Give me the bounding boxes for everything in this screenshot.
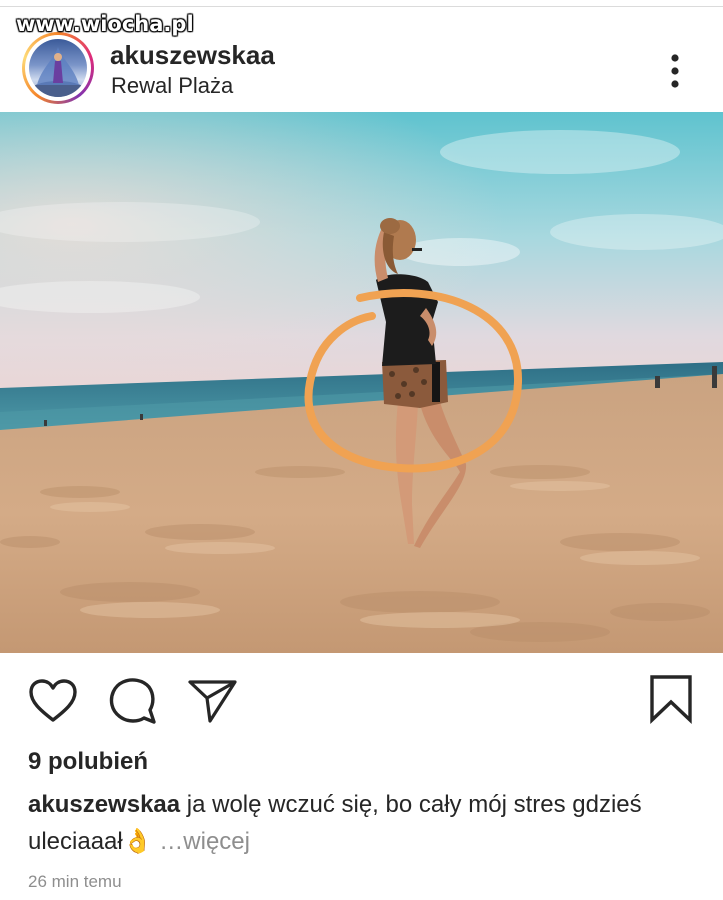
post-timestamp: 26 min temu <box>28 872 122 891</box>
watermark: www.wiocha.pl <box>16 12 194 36</box>
more-link[interactable]: …więcej <box>153 828 250 855</box>
ok-hand-emoji: 👌 <box>122 828 153 855</box>
likes-count[interactable]: 9 polubień <box>28 748 148 776</box>
heart-icon[interactable] <box>28 678 78 724</box>
comment-icon[interactable] <box>108 676 158 726</box>
more-vertical-icon[interactable] <box>664 52 686 90</box>
post-location[interactable]: Rewal Plaża <box>111 73 233 99</box>
post-caption: akuszewskaa ja wolę wczuć się, bo cały m… <box>28 786 688 860</box>
top-divider <box>0 6 723 7</box>
post-photo[interactable] <box>0 112 723 653</box>
avatar-image <box>29 39 87 97</box>
post-username[interactable]: akuszewskaa <box>110 40 275 71</box>
avatar[interactable] <box>22 32 94 104</box>
caption-username[interactable]: akuszewskaa <box>28 791 180 818</box>
bookmark-icon[interactable] <box>648 674 694 724</box>
send-icon[interactable] <box>188 678 238 724</box>
